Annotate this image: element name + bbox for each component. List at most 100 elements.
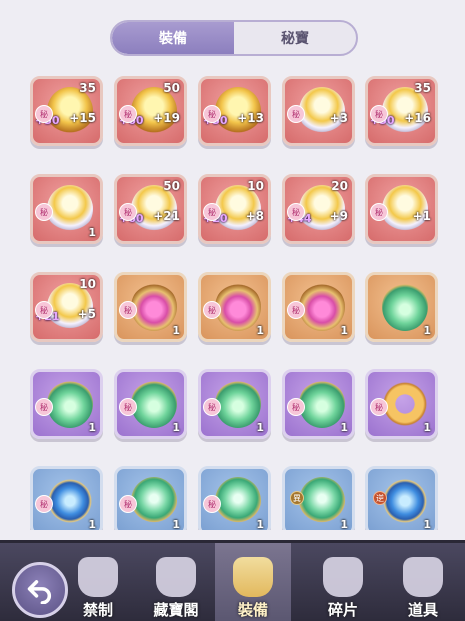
item-tile[interactable]: 1秘 <box>198 272 271 342</box>
secret-badge-icon: 秘 <box>35 301 53 319</box>
item-tile[interactable]: 1逆 <box>365 466 438 530</box>
item-count: 1 <box>172 421 180 434</box>
item-tile[interactable]: 20+44+9秘 <box>282 174 355 244</box>
secret-badge-icon: 秘 <box>287 301 305 319</box>
nav-equipment[interactable]: 裝備 <box>215 543 291 621</box>
nav-items[interactable]: 道具 <box>385 543 461 621</box>
item-enhance: +8 <box>245 209 264 223</box>
item-tile[interactable]: 1秘 <box>30 466 103 530</box>
item-enhance: +16 <box>404 111 431 125</box>
item-tile[interactable]: 1秘 <box>30 174 103 244</box>
tab-equipment[interactable]: 裝備 <box>112 22 234 54</box>
secret-badge-icon: 秘 <box>370 203 388 221</box>
secret-badge-icon: 秘 <box>287 398 305 416</box>
secret-badge-icon: 秘 <box>35 398 53 416</box>
back-button[interactable] <box>12 562 68 618</box>
tab-treasure[interactable]: 秘寶 <box>234 22 356 54</box>
item-tile[interactable]: 1秘 <box>198 466 271 530</box>
item-enhance: +9 <box>329 209 348 223</box>
item-count: 1 <box>88 226 96 239</box>
jade-item-icon <box>299 380 345 428</box>
nav-fragments[interactable]: 碎片 <box>305 543 381 621</box>
item-tile[interactable]: +50+13秘 <box>198 76 271 146</box>
orb-item-icon <box>47 477 93 525</box>
item-level: 50 <box>163 179 180 193</box>
nav-treasure-pavilion[interactable]: 藏寶閣 <box>138 543 214 621</box>
item-tile[interactable]: 1秘 <box>282 272 355 342</box>
item-tile[interactable]: 50+60+19秘 <box>114 76 187 146</box>
item-count: 1 <box>423 518 431 530</box>
item-count: 1 <box>340 324 348 337</box>
secret-badge-icon: 秘 <box>119 495 137 513</box>
item-count: 1 <box>423 324 431 337</box>
jade-item-icon <box>382 283 428 331</box>
nav-label: 碎片 <box>327 601 358 619</box>
secret-badge-icon: 秘 <box>287 105 305 123</box>
item-level: 50 <box>163 81 180 95</box>
item-tile[interactable]: 1秘 <box>114 369 187 439</box>
heart-item-icon <box>215 283 261 331</box>
heart-item-icon <box>131 283 177 331</box>
secret-badge-icon: 秘 <box>119 203 137 221</box>
item-count: 1 <box>88 421 96 434</box>
serp-item-icon <box>215 477 261 525</box>
item-tile[interactable]: 1秘 <box>114 272 187 342</box>
secret-badge-icon: 秘 <box>287 203 305 221</box>
item-tile[interactable]: 35+50+16秘 <box>365 76 438 146</box>
secret-badge-icon: 秘 <box>35 105 53 123</box>
secret-badge-icon: 秘 <box>35 203 53 221</box>
item-tile[interactable]: 35+50+15秘 <box>30 76 103 146</box>
item-enhance: +13 <box>237 111 264 125</box>
secret-badge-icon: 秘 <box>203 301 221 319</box>
item-tile[interactable]: 10+21+5秘 <box>30 272 103 342</box>
item-count: 1 <box>256 324 264 337</box>
item-tile[interactable]: +3 秘 <box>282 76 355 146</box>
nav-ban[interactable]: 禁制 <box>60 543 136 621</box>
nav-treasure-pavilion-icon <box>156 557 196 597</box>
secret-badge-icon: 秘 <box>35 495 53 513</box>
sun-item-icon <box>47 185 93 233</box>
secret-badge-icon: 秘 <box>119 398 137 416</box>
item-enhance: +1 <box>412 209 431 223</box>
item-tile[interactable]: 1秘 <box>282 369 355 439</box>
item-count: 1 <box>423 421 431 434</box>
secret-badge-icon: 秘 <box>203 105 221 123</box>
serp-item-icon <box>299 477 345 525</box>
item-enhance: +15 <box>69 111 96 125</box>
item-tile[interactable]: 1秘 <box>30 369 103 439</box>
item-tile[interactable]: 1異 <box>282 466 355 530</box>
item-count: 1 <box>340 518 348 530</box>
secret-badge-icon: 秘 <box>203 495 221 513</box>
item-tile[interactable]: 1秘 <box>114 466 187 530</box>
secret-badge-icon: 秘 <box>119 301 137 319</box>
nav-label: 道具 <box>407 601 438 619</box>
item-tile[interactable]: 1秘 <box>198 369 271 439</box>
jade-item-icon <box>215 380 261 428</box>
secret-badge-icon: 秘 <box>203 203 221 221</box>
item-tile[interactable]: 1 <box>365 272 438 342</box>
item-enhance: +19 <box>153 111 180 125</box>
item-tile[interactable]: 10+20+8秘 <box>198 174 271 244</box>
nav-equipment-icon <box>233 557 273 597</box>
item-level: 20 <box>331 179 348 193</box>
item-level: 10 <box>79 277 96 291</box>
item-count: 1 <box>172 324 180 337</box>
item-tile[interactable]: +1 秘 <box>365 174 438 244</box>
heart-item-icon <box>299 283 345 331</box>
item-tile[interactable]: 50+60+21秘 <box>114 174 187 244</box>
item-count: 1 <box>256 518 264 530</box>
item-enhance: +21 <box>153 209 180 223</box>
secret-badge-icon: 秘 <box>119 105 137 123</box>
item-count: 1 <box>172 518 180 530</box>
item-tile[interactable]: 1秘 <box>365 369 438 439</box>
item-level: 35 <box>414 81 431 95</box>
special-badge-icon: 異 <box>290 491 304 505</box>
item-enhance: +3 <box>329 111 348 125</box>
nav-label: 禁制 <box>82 601 113 619</box>
jade-item-icon <box>131 380 177 428</box>
item-level: 35 <box>79 81 96 95</box>
nav-label: 藏寶閣 <box>153 601 199 619</box>
item-grid: 35+50+15秘50+60+19秘+50+13秘+3秘35+50+16秘1秘5… <box>30 76 438 530</box>
item-level: 10 <box>247 179 264 193</box>
item-count: 1 <box>340 421 348 434</box>
